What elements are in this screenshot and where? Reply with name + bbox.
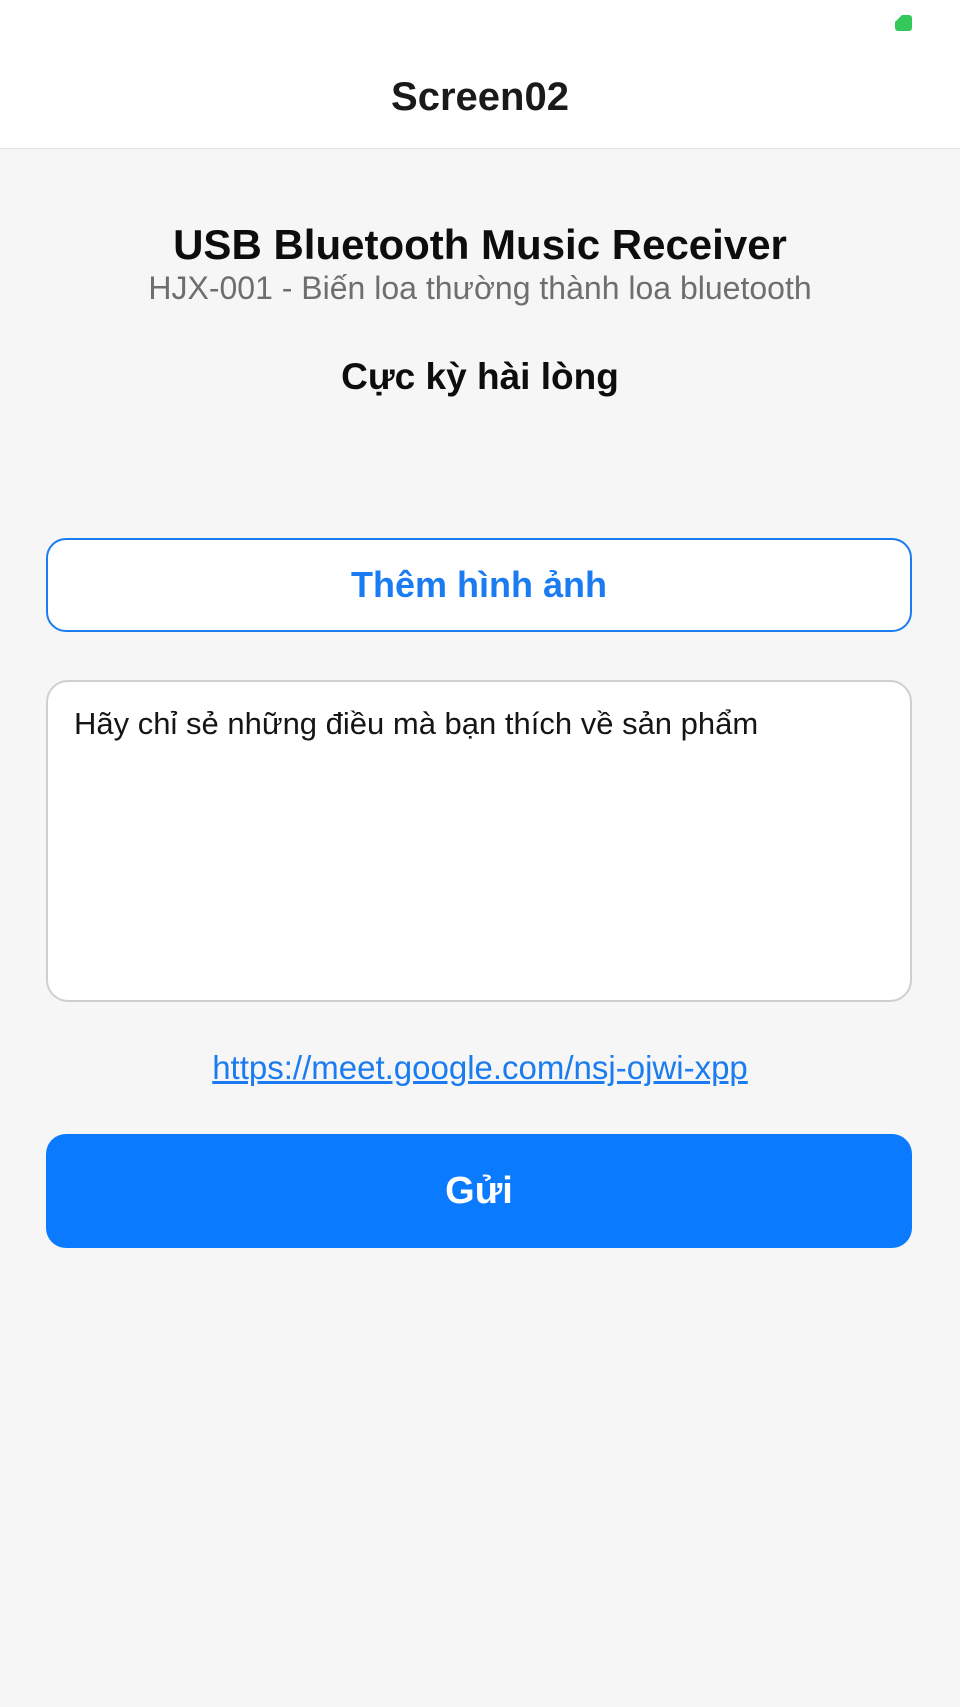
status-indicator-icon — [895, 15, 912, 31]
top-bar: Screen02 — [0, 0, 960, 149]
rating-label: Cực kỳ hài lòng — [341, 356, 619, 397]
page-title: Screen02 — [391, 75, 569, 119]
send-button[interactable]: Gửi — [46, 1134, 912, 1248]
product-subtitle: HJX-001 - Biến loa thường thành loa blue… — [148, 270, 812, 306]
product-name: USB Bluetooth Music Receiver — [173, 221, 787, 268]
add-image-button[interactable]: Thêm hình ảnh — [46, 538, 912, 632]
review-textarea[interactable] — [46, 680, 912, 1002]
meet-link[interactable]: https://meet.google.com/nsj-ojwi-xpp — [0, 1047, 960, 1089]
